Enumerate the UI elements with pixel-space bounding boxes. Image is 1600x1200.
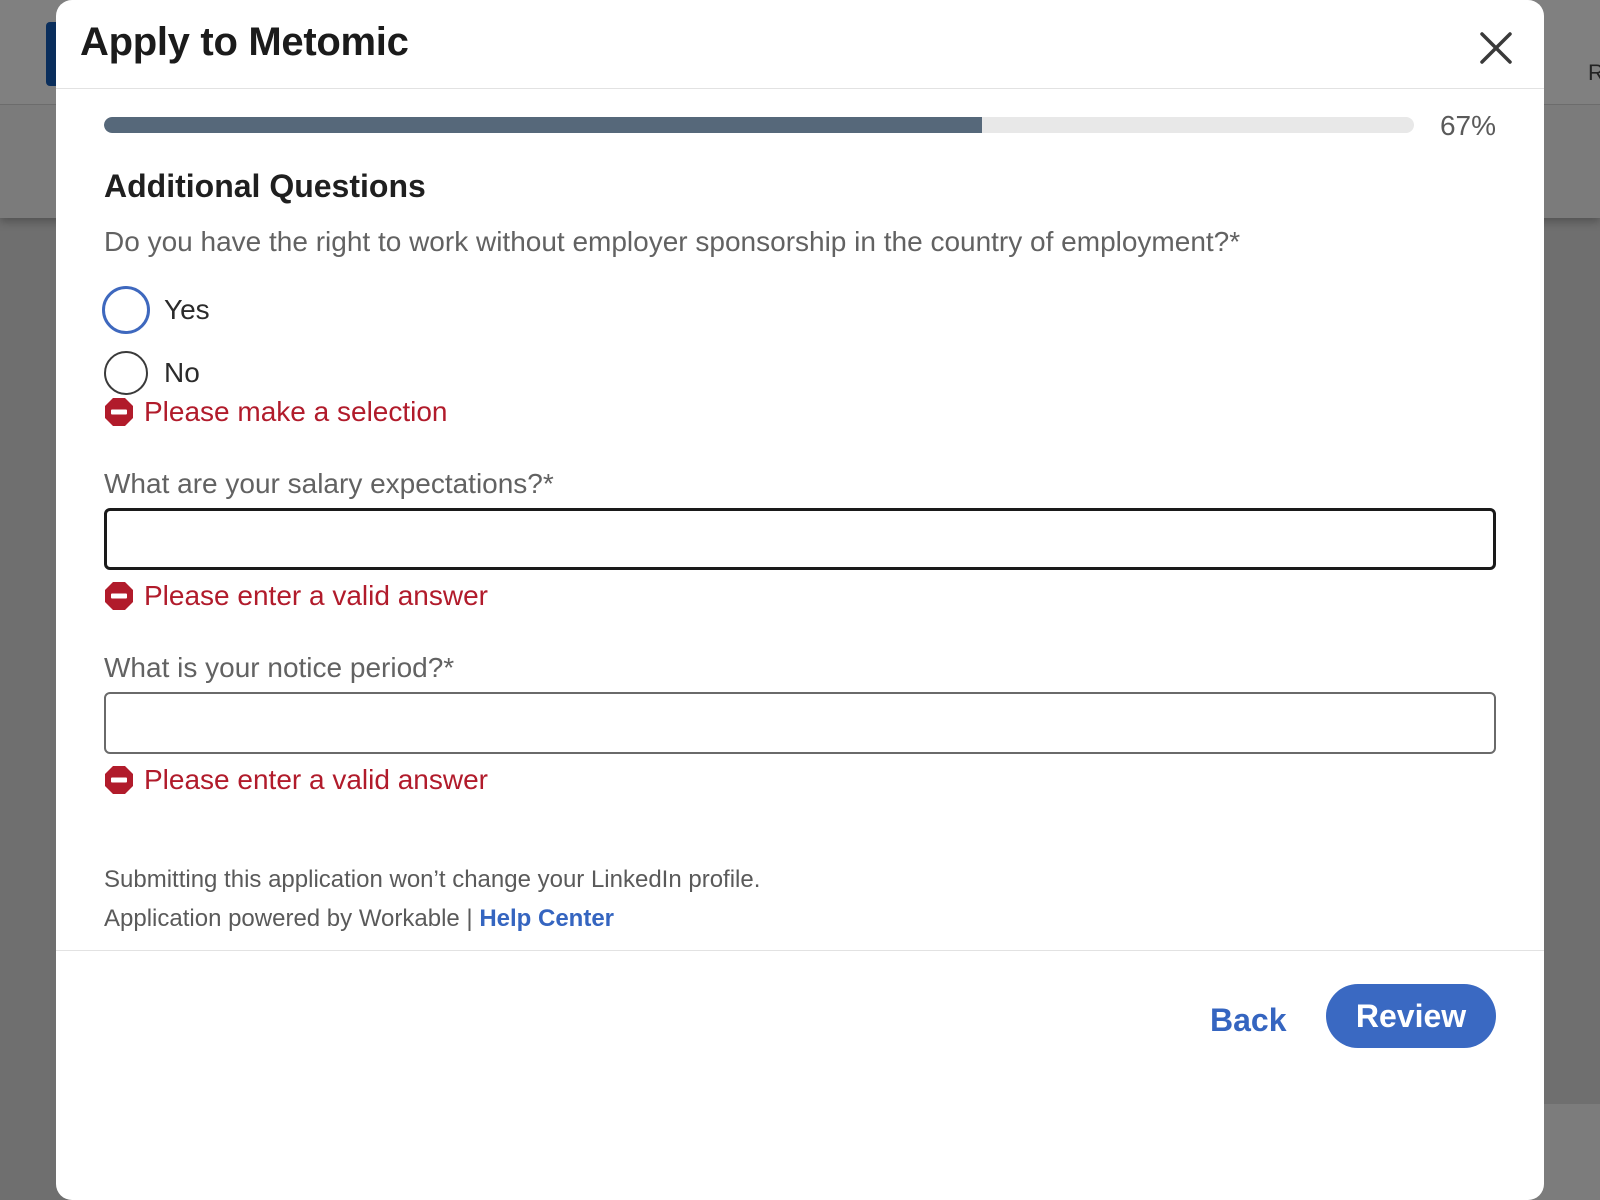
radio-option-yes[interactable]: Yes — [102, 285, 210, 335]
review-button[interactable]: Review — [1326, 984, 1496, 1048]
footer-divider — [56, 950, 1544, 951]
error-message-salary: Please enter a valid answer — [104, 580, 488, 612]
question-work-authorization-label: Do you have the right to work without em… — [104, 226, 1241, 257]
progress-bar — [104, 117, 1414, 133]
background-nav-text: R — [1588, 60, 1600, 85]
radio-option-no[interactable]: No — [104, 348, 200, 398]
profile-note: Submitting this application won’t change… — [104, 866, 761, 893]
error-message-work-authorization: Please make a selection — [104, 396, 448, 428]
section-title: Additional Questions — [104, 168, 426, 204]
radio-button-yes[interactable] — [102, 286, 150, 334]
back-button[interactable]: Back — [1198, 988, 1299, 1052]
modal-title: Apply to Metomic — [80, 20, 409, 64]
error-text: Please enter a valid answer — [144, 764, 488, 795]
progress-percent: 67% — [1439, 110, 1496, 141]
close-button[interactable] — [1472, 24, 1520, 72]
question-salary-label: What are your salary expectations?* — [104, 468, 554, 499]
close-icon — [1480, 32, 1512, 64]
salary-expectations-input[interactable] — [104, 508, 1496, 570]
powered-by-text: Application powered by Workable | — [104, 905, 480, 932]
notice-period-input[interactable] — [104, 692, 1496, 754]
error-text: Please make a selection — [144, 396, 448, 427]
modal-header: Apply to Metomic — [56, 0, 1544, 89]
question-notice-period-label: What is your notice period?* — [104, 652, 455, 683]
progress-fill — [104, 117, 982, 133]
progress-row: 67% — [104, 88, 1496, 160]
powered-by-note: Application powered by Workable | Help C… — [104, 905, 614, 933]
apply-modal: Apply to Metomic 67% Additional Question… — [56, 0, 1544, 1200]
error-message-notice-period: Please enter a valid answer — [104, 764, 488, 796]
radio-button-no[interactable] — [104, 351, 148, 395]
modal-content: 67% Additional Questions Do you have the… — [102, 88, 1496, 932]
help-center-link[interactable]: Help Center — [479, 905, 614, 932]
error-octagon-icon — [105, 398, 133, 426]
radio-label-no: No — [164, 357, 200, 388]
error-octagon-icon — [105, 582, 133, 610]
radio-label-yes: Yes — [164, 294, 210, 325]
error-text: Please enter a valid answer — [144, 580, 488, 611]
error-octagon-icon — [105, 766, 133, 794]
